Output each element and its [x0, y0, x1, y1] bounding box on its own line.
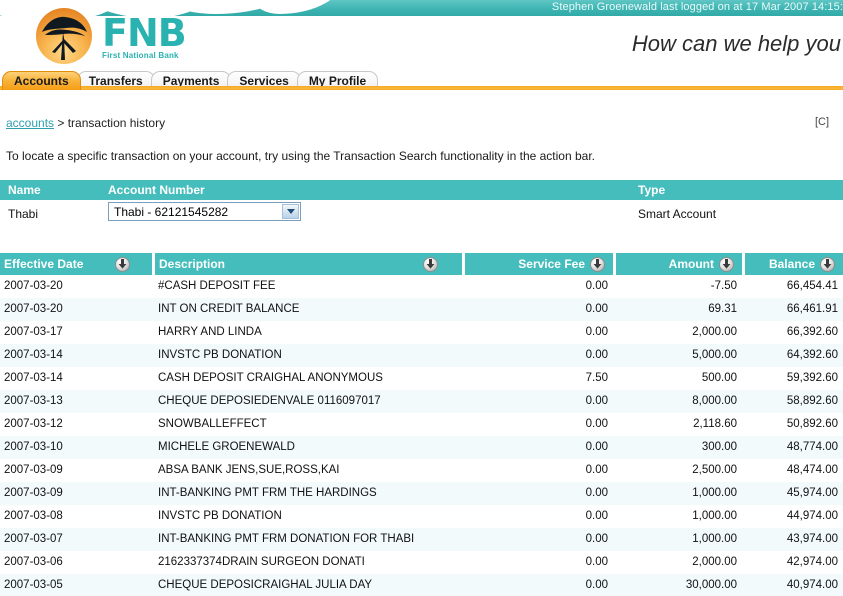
table-row[interactable]: 2007-03-05 CHEQUE DEPOSICRAIGHAL JULIA DA…: [0, 574, 843, 596]
breadcrumb-current: transaction history: [67, 116, 166, 130]
column-divider: [613, 253, 616, 275]
acacia-tree-icon: [36, 8, 92, 64]
sort-down-icon[interactable]: [719, 256, 734, 272]
last-logged-on-text: Stephen Groenewald last logged on at 17 …: [551, 1, 843, 13]
fnb-online-banking-page: Stephen Groenewald last logged on at 17 …: [0, 0, 843, 596]
account-header-number: Account Number: [108, 183, 205, 197]
column-header-label: Balance: [768, 257, 815, 271]
brand-name: FNB: [102, 11, 187, 55]
table-row[interactable]: 2007-03-14 INVSTC PB DONATION 0.00 5,000.00…: [0, 344, 843, 367]
table-row[interactable]: 2007-03-09 ABSA BANK JENS,SUE,ROSS,KAI 0.0…: [0, 459, 843, 482]
brand-subtitle: First National Bank: [102, 51, 179, 60]
column-divider: [462, 253, 465, 275]
tab-accounts[interactable]: Accounts: [2, 71, 81, 90]
table-row[interactable]: 2007-03-06 2162337374DRAIN SURGEON DONATI…: [0, 551, 843, 574]
transaction-balance: 66,392.60: [786, 326, 838, 338]
breadcrumb-link-accounts[interactable]: accounts: [6, 116, 54, 130]
column-header-label: Description: [159, 257, 226, 271]
column-header-amount[interactable]: Amount: [616, 253, 742, 275]
account-number-selected-value: Thabi - 62121545282: [114, 204, 229, 219]
transactions-table-body: 2007-03-20 #CASH DEPOSIT FEE 0.00 -7.50 66,4…: [0, 275, 843, 596]
sort-down-icon[interactable]: [115, 256, 130, 272]
header-swoosh-decoration-4: [255, 0, 345, 14]
tab-label: Accounts: [14, 74, 69, 88]
column-header-service-fee[interactable]: Service Fee: [465, 253, 613, 275]
transaction-balance: 42,974.00: [786, 556, 838, 568]
chevron-down-icon[interactable]: [282, 204, 299, 219]
transaction-balance: 48,774.00: [786, 441, 838, 453]
page-hint-text: To locate a specific transaction on your…: [6, 149, 595, 163]
table-row[interactable]: 2007-03-20 #CASH DEPOSIT FEE 0.00 -7.50 66,4…: [0, 275, 843, 298]
column-header-label: Service Fee: [518, 257, 585, 271]
transaction-balance: 40,974.00: [786, 579, 838, 591]
account-name-value: Thabi: [8, 207, 39, 221]
tagline: How can we help you: [631, 31, 841, 56]
transaction-balance: 58,892.60: [786, 395, 838, 407]
transaction-balance: 44,974.00: [786, 510, 838, 522]
column-divider: [742, 253, 745, 275]
column-header-label: Amount: [668, 257, 714, 271]
transaction-balance: 59,392.60: [786, 372, 838, 384]
transaction-balance: 66,454.41: [786, 280, 838, 292]
transaction-balance: 48,474.00: [786, 464, 838, 476]
main-navigation-tabs: Accounts Transfers Payments Services My Prof…: [0, 68, 843, 90]
table-row[interactable]: 2007-03-12 SNOWBALLEFFECT 0.00 2,118.60 50,8…: [0, 413, 843, 436]
breadcrumb-separator: >: [54, 116, 68, 130]
transaction-balance: 43,974.00: [786, 533, 838, 545]
transactions-header-row: Effective Date Description Service Fee Amou…: [0, 253, 843, 275]
table-row[interactable]: 2007-03-20 INT ON CREDIT BALANCE 0.00 69.31…: [0, 298, 843, 321]
fnb-logo[interactable]: FNB First National Bank: [36, 8, 187, 64]
table-row[interactable]: 2007-03-17 HARRY AND LINDA 0.00 2,000.00 66,…: [0, 321, 843, 344]
column-header-effective-date[interactable]: Effective Date: [0, 253, 152, 275]
transaction-balance: 45,974.00: [786, 487, 838, 499]
column-header-balance[interactable]: Balance: [745, 253, 843, 275]
table-row[interactable]: 2007-03-14 CASH DEPOSIT CRAIGHAL ANONYMOU…: [0, 367, 843, 390]
column-header-label: Effective Date: [4, 257, 84, 271]
account-summary-row: Thabi Thabi - 62121545282 Smart Account: [0, 200, 843, 234]
column-header-description[interactable]: Description: [155, 253, 462, 275]
transaction-balance: 66,461.91: [786, 303, 838, 315]
account-type-value: Smart Account: [638, 207, 717, 221]
navigation-underline: [0, 86, 843, 90]
column-divider: [152, 253, 155, 275]
brand-header: FNB First National Bank How can we help …: [0, 8, 843, 68]
account-header-name: Name: [8, 183, 41, 197]
corner-tag: [C]: [814, 116, 829, 128]
table-row[interactable]: 2007-03-10 MICHELE GROENEWALD 0.00 300.00 48…: [0, 436, 843, 459]
sort-down-icon[interactable]: [820, 256, 835, 272]
sort-down-icon[interactable]: [590, 256, 605, 272]
table-row[interactable]: 2007-03-13 CHEQUE DEPOSIEDENVALE 01160970…: [0, 390, 843, 413]
table-row[interactable]: 2007-03-08 INVSTC PB DONATION 0.00 1,000.00…: [0, 505, 843, 528]
breadcrumb: accounts > transaction history: [6, 116, 165, 130]
account-header-type: Type: [638, 183, 666, 197]
sort-down-icon[interactable]: [423, 256, 438, 272]
account-number-select[interactable]: Thabi - 62121545282: [108, 202, 301, 221]
table-row[interactable]: 2007-03-09 INT-BANKING PMT FRM THE HARDIN…: [0, 482, 843, 505]
transaction-balance: 50,892.60: [786, 418, 838, 430]
table-row[interactable]: 2007-03-07 INT-BANKING PMT FRM DONATION F…: [0, 528, 843, 551]
account-summary-header-row: Name Account Number Type: [0, 180, 843, 200]
transaction-balance: 64,392.60: [786, 349, 838, 361]
